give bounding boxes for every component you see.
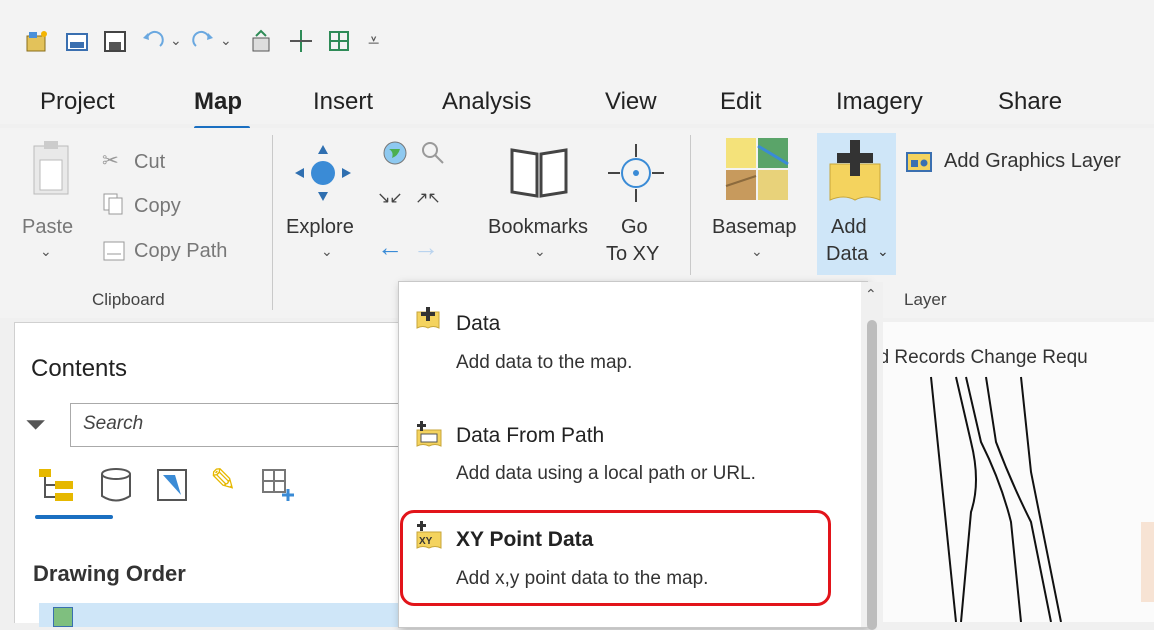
basemap-icon[interactable] [724,136,790,202]
tab-project[interactable]: Project [40,88,115,116]
open-project-icon[interactable] [64,28,90,54]
paste-dropdown-icon[interactable]: ⌄ [40,243,52,260]
previous-extent-icon[interactable]: ← [377,232,403,263]
tab-view[interactable]: View [605,88,657,116]
ribbon-separator [272,135,273,310]
tab-insert[interactable]: Insert [313,88,373,116]
go-to-xy-label-line1[interactable]: Go [621,216,648,239]
menu-item-data-title[interactable]: Data [456,312,500,336]
bookmarks-icon[interactable] [508,140,570,202]
menu-item-data-from-path-title[interactable]: Data From Path [456,424,604,448]
go-to-xy-label-line2[interactable]: To XY [606,243,659,266]
contents-tab-indicator [35,515,113,519]
copy-path-button[interactable]: Copy Path [134,240,227,263]
list-by-selection-icon[interactable] [155,467,189,503]
redo-icon[interactable] [190,28,216,54]
drawing-order-heading: Drawing Order [33,561,186,586]
add-data-label-line1[interactable]: Add [831,216,867,239]
go-to-xy-icon[interactable] [606,142,666,204]
tab-imagery[interactable]: Imagery [836,88,923,116]
map-features [930,376,1154,622]
menu-item-data-desc[interactable]: Add data to the map. [456,352,632,374]
tab-map[interactable]: Map [194,88,242,116]
add-data-dropdown-icon[interactable]: ⌄ [877,243,889,260]
contents-pane: Contents ⏷ Search ✎ Drawing Order [14,322,402,627]
scroll-up-icon[interactable]: ⌃ [865,286,877,303]
ribbon-tabs: Project Map Insert Analysis View Edit Im… [0,82,1154,124]
contents-title: Contents [31,355,128,382]
zoom-to-layer-icon[interactable] [420,140,446,166]
cut-button[interactable]: Cut [134,151,165,174]
filter-icon[interactable]: ⏷ [25,409,46,441]
add-graphics-layer-button[interactable]: Add Graphics Layer [944,150,1121,173]
map-tab-label[interactable]: nd Records Change Requ [868,347,1088,369]
menu-item-data-from-path-desc[interactable]: Add data using a local path or URL. [456,463,756,485]
copy-path-icon [103,241,125,261]
globe-icon[interactable] [382,140,408,166]
zoom-in-fixed-icon[interactable]: ↘↙ [377,188,403,208]
zoom-out-fixed-icon[interactable]: ↗↖ [415,188,441,208]
map-view[interactable]: nd Records Change Requ [860,322,1154,622]
search-input[interactable]: Search [70,403,402,447]
add-data-icon[interactable] [826,138,884,204]
quick-access-toolbar: ⌄ ⌄ ⩡ [0,0,1154,82]
ribbon-separator [690,135,691,275]
data-from-path-icon [416,421,442,447]
paste-icon[interactable] [30,138,72,204]
next-extent-icon[interactable]: → [413,232,439,263]
layout-guides-icon[interactable] [288,28,314,54]
add-data-label-line2[interactable]: Data [826,243,868,266]
list-by-editing-icon[interactable]: ✎ [210,461,237,499]
customize-toolbar-icon[interactable]: ⩡ [368,30,379,53]
save-project-icon[interactable] [102,28,128,54]
new-project-icon[interactable] [24,28,50,54]
dropdown-scrollbar[interactable]: ⌃ [861,282,883,630]
layer-group-label: Layer [904,290,947,309]
copy-icon [103,193,123,215]
layer-checkbox[interactable] [53,607,73,627]
paste-label[interactable]: Paste [22,216,73,239]
explore-icon[interactable] [292,142,354,204]
new-map-icon[interactable] [248,28,274,54]
grid-icon[interactable] [326,28,352,54]
list-by-snapping-icon[interactable] [260,467,296,503]
clipboard-group-label: Clipboard [92,290,165,309]
undo-dropdown-icon[interactable]: ⌄ [170,32,182,49]
bookmarks-dropdown-icon[interactable]: ⌄ [534,243,546,260]
data-icon [416,307,440,329]
tab-edit[interactable]: Edit [720,88,761,116]
explore-label[interactable]: Explore [286,216,354,239]
xy-point-data-highlight-box [400,510,831,606]
undo-icon[interactable] [140,28,166,54]
explore-dropdown-icon[interactable]: ⌄ [321,243,333,260]
graphics-layer-icon [906,152,932,172]
basemap-label[interactable]: Basemap [712,216,797,239]
search-placeholder: Search [83,413,144,434]
layer-row-selected[interactable] [39,603,399,627]
tab-share[interactable]: Share [998,88,1062,116]
scrollbar-thumb[interactable] [867,320,877,630]
basemap-dropdown-icon[interactable]: ⌄ [751,243,763,260]
cut-icon: ✂ [102,150,119,172]
tab-analysis[interactable]: Analysis [442,88,531,116]
redo-dropdown-icon[interactable]: ⌄ [220,32,232,49]
bookmarks-label[interactable]: Bookmarks [488,216,588,239]
list-by-data-source-icon[interactable] [99,467,133,503]
copy-button[interactable]: Copy [134,195,181,218]
list-by-drawing-order-icon[interactable] [37,467,77,503]
